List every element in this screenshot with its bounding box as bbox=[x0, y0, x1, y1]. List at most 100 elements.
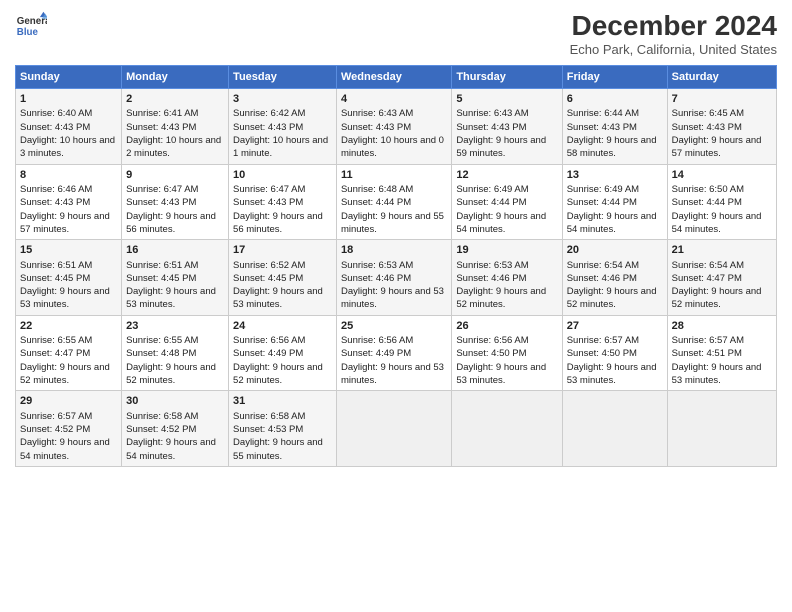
sunrise-text: Sunrise: 6:58 AM bbox=[233, 411, 305, 422]
sunset-text: Sunset: 4:47 PM bbox=[672, 273, 742, 284]
logo: General Blue bbox=[15, 10, 47, 42]
sunrise-text: Sunrise: 6:52 AM bbox=[233, 260, 305, 271]
sunset-text: Sunset: 4:48 PM bbox=[126, 348, 196, 359]
sunrise-text: Sunrise: 6:55 AM bbox=[126, 335, 198, 346]
sunset-text: Sunset: 4:53 PM bbox=[233, 424, 303, 435]
daylight-text: Daylight: 9 hours and 53 minutes. bbox=[456, 362, 546, 386]
calendar-cell: 22Sunrise: 6:55 AMSunset: 4:47 PMDayligh… bbox=[16, 315, 122, 391]
sunset-text: Sunset: 4:46 PM bbox=[341, 273, 411, 284]
calendar-cell: 25Sunrise: 6:56 AMSunset: 4:49 PMDayligh… bbox=[336, 315, 451, 391]
sunset-text: Sunset: 4:43 PM bbox=[20, 122, 90, 133]
main-title: December 2024 bbox=[570, 10, 777, 42]
day-number: 3 bbox=[233, 92, 332, 107]
col-thursday: Thursday bbox=[452, 66, 562, 89]
day-number: 30 bbox=[126, 394, 224, 409]
daylight-text: Daylight: 9 hours and 58 minutes. bbox=[567, 135, 657, 159]
header: General Blue December 2024 Echo Park, Ca… bbox=[15, 10, 777, 57]
day-number: 26 bbox=[456, 319, 557, 334]
calendar-cell: 28Sunrise: 6:57 AMSunset: 4:51 PMDayligh… bbox=[667, 315, 776, 391]
day-number: 28 bbox=[672, 319, 772, 334]
sunset-text: Sunset: 4:46 PM bbox=[567, 273, 637, 284]
day-number: 31 bbox=[233, 394, 332, 409]
daylight-text: Daylight: 9 hours and 52 minutes. bbox=[233, 362, 323, 386]
sunrise-text: Sunrise: 6:56 AM bbox=[456, 335, 528, 346]
day-number: 4 bbox=[341, 92, 447, 107]
sunrise-text: Sunrise: 6:40 AM bbox=[20, 108, 92, 119]
daylight-text: Daylight: 9 hours and 54 minutes. bbox=[567, 211, 657, 235]
sunrise-text: Sunrise: 6:54 AM bbox=[567, 260, 639, 271]
day-number: 5 bbox=[456, 92, 557, 107]
daylight-text: Daylight: 9 hours and 54 minutes. bbox=[456, 211, 546, 235]
calendar-cell: 29Sunrise: 6:57 AMSunset: 4:52 PMDayligh… bbox=[16, 391, 122, 467]
col-wednesday: Wednesday bbox=[336, 66, 451, 89]
calendar-cell: 6Sunrise: 6:44 AMSunset: 4:43 PMDaylight… bbox=[562, 89, 667, 165]
daylight-text: Daylight: 9 hours and 53 minutes. bbox=[341, 362, 444, 386]
sunset-text: Sunset: 4:50 PM bbox=[567, 348, 637, 359]
sunset-text: Sunset: 4:45 PM bbox=[126, 273, 196, 284]
day-number: 15 bbox=[20, 243, 117, 258]
day-number: 24 bbox=[233, 319, 332, 334]
day-number: 18 bbox=[341, 243, 447, 258]
sunset-text: Sunset: 4:44 PM bbox=[672, 197, 742, 208]
sunset-text: Sunset: 4:43 PM bbox=[456, 122, 526, 133]
daylight-text: Daylight: 9 hours and 53 minutes. bbox=[341, 286, 444, 310]
calendar-cell: 18 Sunrise: 6:53 AM Sunset: 4:46 PM Dayligh… bbox=[336, 240, 451, 316]
sunset-text: Sunset: 4:44 PM bbox=[456, 197, 526, 208]
calendar-cell: 5Sunrise: 6:43 AMSunset: 4:43 PMDaylight… bbox=[452, 89, 562, 165]
sunset-text: Sunset: 4:43 PM bbox=[672, 122, 742, 133]
sunset-text: Sunset: 4:51 PM bbox=[672, 348, 742, 359]
subtitle: Echo Park, California, United States bbox=[570, 42, 777, 57]
calendar-week-2: 8Sunrise: 6:46 AMSunset: 4:43 PMDaylight… bbox=[16, 164, 777, 240]
sunset-text: Sunset: 4:43 PM bbox=[126, 122, 196, 133]
daylight-text: Daylight: 9 hours and 52 minutes. bbox=[567, 286, 657, 310]
day-number: 14 bbox=[672, 168, 772, 183]
sunrise-text: Sunrise: 6:48 AM bbox=[341, 184, 413, 195]
col-monday: Monday bbox=[122, 66, 229, 89]
sunrise-text: Sunrise: 6:43 AM bbox=[456, 108, 528, 119]
daylight-text: Daylight: 9 hours and 53 minutes. bbox=[567, 362, 657, 386]
daylight-text: Daylight: 9 hours and 55 minutes. bbox=[233, 437, 323, 461]
sunrise-text: Sunrise: 6:43 AM bbox=[341, 108, 413, 119]
svg-text:Blue: Blue bbox=[17, 27, 39, 38]
sunrise-text: Sunrise: 6:51 AM bbox=[126, 260, 198, 271]
calendar-cell: 11Sunrise: 6:48 AMSunset: 4:44 PMDayligh… bbox=[336, 164, 451, 240]
sunrise-text: Sunrise: 6:49 AM bbox=[456, 184, 528, 195]
sunrise-text: Sunrise: 6:53 AM bbox=[456, 260, 528, 271]
day-number: 23 bbox=[126, 319, 224, 334]
sunset-text: Sunset: 4:47 PM bbox=[20, 348, 90, 359]
calendar-week-5: 29Sunrise: 6:57 AMSunset: 4:52 PMDayligh… bbox=[16, 391, 777, 467]
title-block: December 2024 Echo Park, California, Uni… bbox=[570, 10, 777, 57]
day-number: 9 bbox=[126, 168, 224, 183]
sunset-text: Sunset: 4:49 PM bbox=[341, 348, 411, 359]
sunset-text: Sunset: 4:50 PM bbox=[456, 348, 526, 359]
sunrise-text: Sunrise: 6:46 AM bbox=[20, 184, 92, 195]
sunrise-text: Sunrise: 6:47 AM bbox=[233, 184, 305, 195]
calendar-cell: 20 Sunrise: 6:54 AM Sunset: 4:46 PM Dayligh… bbox=[562, 240, 667, 316]
day-number: 16 bbox=[126, 243, 224, 258]
col-tuesday: Tuesday bbox=[229, 66, 337, 89]
calendar-cell: 26Sunrise: 6:56 AM Sunset: 4:50 PM Dayligh… bbox=[452, 315, 562, 391]
daylight-text: Daylight: 9 hours and 52 minutes. bbox=[456, 286, 546, 310]
calendar-cell: 19Sunrise: 6:53 AMSunset: 4:46 PMDayligh… bbox=[452, 240, 562, 316]
header-row: Sunday Monday Tuesday Wednesday Thursday… bbox=[16, 66, 777, 89]
sunset-text: Sunset: 4:52 PM bbox=[20, 424, 90, 435]
sunset-text: Sunset: 4:45 PM bbox=[233, 273, 303, 284]
sunrise-text: Sunrise: 6:51 AM bbox=[20, 260, 92, 271]
sunset-text: Sunset: 4:44 PM bbox=[567, 197, 637, 208]
day-number: 25 bbox=[341, 319, 447, 334]
sunrise-text: Sunrise: 6:57 AM bbox=[672, 335, 744, 346]
sunset-text: Sunset: 4:43 PM bbox=[567, 122, 637, 133]
daylight-text: Daylight: 9 hours and 52 minutes. bbox=[126, 362, 216, 386]
day-number: 1 bbox=[20, 92, 117, 107]
sunset-text: Sunset: 4:49 PM bbox=[233, 348, 303, 359]
day-number: 20 bbox=[567, 243, 663, 258]
sunrise-text: Sunrise: 6:53 AM bbox=[341, 260, 413, 271]
calendar-cell: 24Sunrise: 6:56 AMSunset: 4:49 PMDayligh… bbox=[229, 315, 337, 391]
page: General Blue December 2024 Echo Park, Ca… bbox=[0, 0, 792, 612]
sunrise-text: Sunrise: 6:54 AM bbox=[672, 260, 744, 271]
calendar-week-1: 1Sunrise: 6:40 AM Sunset: 4:43 PM Daylight… bbox=[16, 89, 777, 165]
calendar-cell: 16Sunrise: 6:51 AMSunset: 4:45 PMDayligh… bbox=[122, 240, 229, 316]
day-number: 22 bbox=[20, 319, 117, 334]
calendar-cell: 14Sunrise: 6:50 AMSunset: 4:44 PMDayligh… bbox=[667, 164, 776, 240]
day-number: 13 bbox=[567, 168, 663, 183]
